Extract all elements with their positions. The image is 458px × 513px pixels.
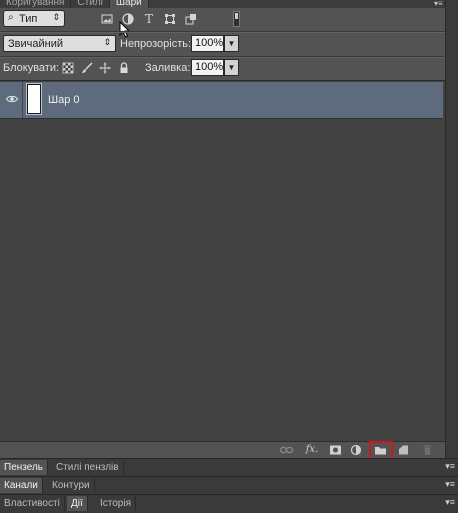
lock-image-pixels-icon[interactable]: [81, 62, 93, 74]
channels-panel-dock: Канали Контури ▾≡: [0, 476, 458, 494]
lock-transparent-pixels-icon[interactable]: [62, 62, 74, 74]
visibility-eye-icon[interactable]: [6, 94, 18, 104]
delete-layer-icon[interactable]: [421, 444, 434, 456]
actions-panel-dock: Властивості Дії Історія ▾≡: [0, 494, 458, 513]
link-layers-icon[interactable]: [279, 444, 294, 456]
opacity-label: Непрозорість:: [120, 38, 192, 50]
type-filter-icon[interactable]: T: [143, 13, 155, 25]
image-filter-icon[interactable]: [101, 13, 113, 25]
filter-row: ⌕ Тип ⇕ T: [0, 8, 445, 32]
fill-label: Заливка:: [145, 62, 191, 74]
toggle-knob: [235, 13, 238, 19]
tab-history[interactable]: Історія: [96, 496, 137, 511]
layer-row[interactable]: Шар 0: [0, 82, 443, 119]
panel-scroll-column: [446, 0, 458, 512]
tab-paths[interactable]: Контури: [48, 478, 95, 493]
blend-mode-value: Звичайний: [8, 38, 63, 50]
fill-dropdown-button[interactable]: ▼: [224, 59, 239, 76]
updown-arrows-icon: ⇕: [103, 37, 111, 47]
fx-button[interactable]: fx.: [303, 444, 321, 456]
filter-kind-select[interactable]: ⌕ Тип ⇕: [3, 10, 65, 27]
divider: [22, 82, 23, 118]
fill-field[interactable]: 100%: [191, 59, 224, 76]
tab-adjustments[interactable]: Коригування: [0, 0, 72, 8]
opacity-dropdown-button[interactable]: ▼: [224, 35, 239, 52]
tab-brush[interactable]: Пензель: [0, 460, 49, 475]
panel-menu-icon[interactable]: ▾≡: [445, 462, 455, 471]
brush-panel-dock: Пензель Стилі пензлів ▾≡: [0, 458, 458, 476]
lock-row: Блокувати: Заливка: 100% ▼: [0, 58, 445, 80]
layer-thumbnail[interactable]: [26, 83, 42, 115]
smart-object-filter-icon[interactable]: [185, 13, 197, 25]
add-mask-icon[interactable]: [329, 444, 342, 456]
layer-name[interactable]: Шар 0: [48, 94, 80, 106]
panel-menu-icon[interactable]: ▾≡: [434, 0, 443, 8]
tab-layers[interactable]: Шари: [109, 0, 149, 8]
lock-position-icon[interactable]: [99, 62, 111, 74]
layers-panel: Коригування Стилі Шари ▾≡ ⌕ Тип ⇕ T Звич…: [0, 0, 446, 512]
tab-actions[interactable]: Дії: [67, 496, 88, 511]
new-layer-icon[interactable]: [397, 444, 410, 456]
tab-properties[interactable]: Властивості: [0, 496, 65, 511]
tab-styles[interactable]: Стилі: [71, 0, 110, 8]
filter-kind-value: Тип: [19, 13, 38, 25]
lock-all-icon[interactable]: [118, 62, 130, 74]
shape-filter-icon[interactable]: [164, 13, 176, 25]
blend-row: Звичайний ⇕ Непрозорість: 100% ▼: [0, 33, 445, 57]
new-adjustment-layer-icon[interactable]: .: [350, 444, 363, 457]
panel-menu-icon[interactable]: ▾≡: [445, 498, 455, 507]
updown-arrows-icon: ⇕: [52, 12, 60, 22]
search-icon: ⌕: [8, 12, 14, 23]
filter-toggle-switch[interactable]: [233, 11, 240, 27]
layers-list: Шар 0: [0, 80, 445, 442]
opacity-field[interactable]: 100%: [191, 35, 224, 52]
lock-label: Блокувати:: [3, 62, 60, 74]
svg-text:.: .: [360, 451, 361, 456]
blend-mode-select[interactable]: Звичайний ⇕: [3, 35, 116, 52]
panel-tab-strip: Коригування Стилі Шари: [0, 0, 445, 8]
tab-brush-presets[interactable]: Стилі пензлів: [52, 460, 124, 475]
panel-menu-icon[interactable]: ▾≡: [445, 480, 455, 489]
tab-channels[interactable]: Канали: [0, 478, 43, 493]
